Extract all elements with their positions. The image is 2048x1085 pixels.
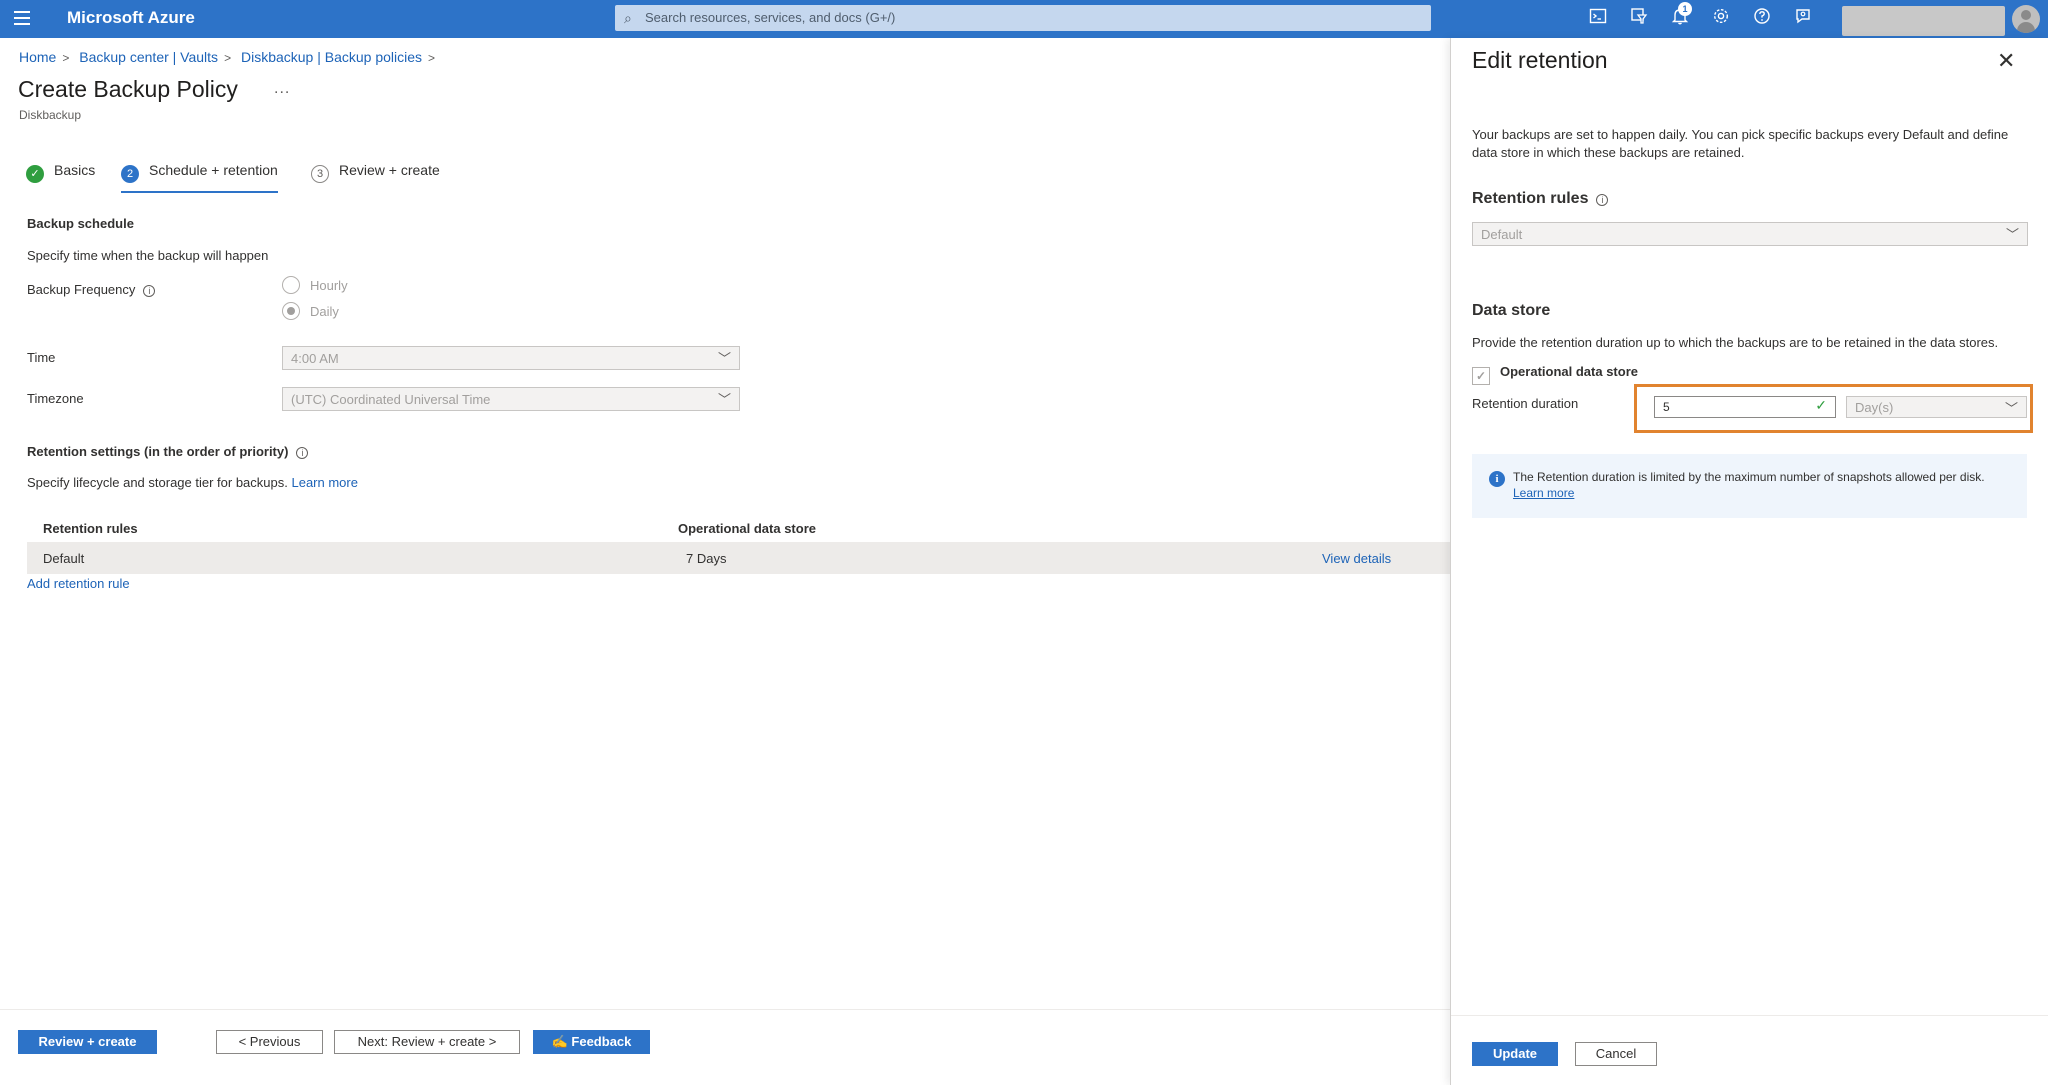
feedback-icon: ✍ [551, 1034, 572, 1049]
gear-icon[interactable] [1709, 7, 1733, 31]
view-details-link[interactable]: View details [1322, 551, 1391, 566]
cancel-button[interactable]: Cancel [1575, 1042, 1657, 1066]
rule-cell: Default [43, 551, 85, 566]
footer-bar: Review + create < Previous Next: Review … [0, 1009, 1450, 1085]
tab-review-create[interactable]: 3 Review + create [311, 162, 440, 183]
retention-heading: Retention settings (in the order of prio… [27, 444, 309, 459]
learn-more-link[interactable]: Learn more [291, 475, 357, 490]
check-circle-icon: ✓ [26, 165, 44, 183]
account-name[interactable] [1842, 6, 2005, 36]
operational-data-store-checkbox[interactable]: ✓ Operational data store [1472, 364, 1638, 385]
data-store-heading: Data store [1472, 302, 1551, 319]
review-create-button[interactable]: Review + create [18, 1030, 157, 1054]
chevron-down-icon: ﹀ [2005, 227, 2019, 242]
radio-daily[interactable]: Daily [282, 302, 339, 320]
breadcrumb-home[interactable]: Home [19, 49, 56, 65]
step-number: 3 [311, 165, 329, 183]
page-subtitle: Diskbackup [19, 108, 82, 122]
frequency-label: Backup Frequency i [27, 282, 156, 297]
radio-circle-selected [282, 302, 300, 320]
menu-icon[interactable] [14, 11, 30, 25]
time-dropdown[interactable]: 4:00 AM ﹀ [282, 346, 740, 370]
retention-table-header: Retention rules Operational data store [27, 514, 1450, 544]
learn-more-link[interactable]: Learn more [1513, 486, 1574, 500]
table-row[interactable]: Default 7 Days View details [27, 542, 1450, 574]
feedback-button[interactable]: ✍ Feedback [533, 1030, 650, 1054]
tab-label: Basics [54, 162, 96, 178]
chevron-down-icon: ﹀ [717, 351, 731, 366]
retention-desc: Specify lifecycle and storage tier for b… [27, 475, 358, 490]
chevron-right-icon: > [428, 51, 436, 65]
retention-rules-label: Retention rules i [1472, 190, 1609, 208]
column-header: Operational data store [678, 521, 816, 536]
info-icon[interactable]: i [296, 447, 309, 459]
column-header: Retention rules [43, 521, 138, 536]
timezone-label: Timezone [27, 391, 84, 406]
time-label: Time [27, 350, 56, 365]
backup-schedule-heading: Backup schedule [27, 216, 134, 231]
retention-duration-label: Retention duration [1472, 396, 1579, 411]
bell-icon[interactable]: 1 [1668, 2, 1692, 31]
search-icon: ⌕ [624, 10, 632, 26]
search-placeholder: Search resources, services, and docs (G+… [645, 10, 896, 25]
info-icon: i [1489, 471, 1505, 487]
radio-circle [282, 276, 300, 294]
top-bar: Microsoft Azure ⌕ Search resources, serv… [0, 0, 2048, 38]
help-icon[interactable] [1750, 7, 1774, 31]
step-number: 2 [121, 165, 139, 183]
info-text: The Retention duration is limited by the… [1513, 470, 1985, 500]
breadcrumb-policies[interactable]: Diskbackup | Backup policies [241, 49, 422, 65]
previous-button[interactable]: < Previous [216, 1030, 323, 1054]
panel-title: Edit retention [1472, 47, 1608, 73]
checkmark-icon: ✓ [1815, 397, 1827, 413]
panel-description: Your backups are set to happen daily. Yo… [1472, 127, 2009, 160]
chevron-right-icon: > [62, 51, 70, 65]
main-content: Home > Backup center | Vaults > Diskbackup… [0, 38, 1450, 1085]
search-input[interactable]: ⌕ Search resources, services, and docs (… [615, 5, 1431, 31]
next-button[interactable]: Next: Review + create > [334, 1030, 520, 1054]
data-store-desc: Provide the retention duration up to whi… [1472, 335, 1999, 350]
more-options-button[interactable]: ... [274, 80, 290, 98]
edit-retention-panel: Edit retention ✕ Your backups are set to… [1450, 38, 2048, 1085]
retention-duration-input[interactable]: 5 ✓ [1654, 396, 1836, 418]
backup-schedule-desc: Specify time when the backup will happen [27, 248, 269, 263]
notification-badge: 1 [1678, 2, 1692, 16]
info-banner: i The Retention duration is limited by t… [1472, 454, 2027, 518]
avatar[interactable] [2012, 5, 2040, 33]
panel-footer: Update Cancel [1451, 1015, 2048, 1085]
tab-label: Schedule + retention [149, 162, 278, 178]
timezone-dropdown[interactable]: (UTC) Coordinated Universal Time ﹀ [282, 387, 740, 411]
chevron-down-icon: ﹀ [717, 392, 731, 407]
directory-filter-icon[interactable] [1627, 7, 1651, 31]
breadcrumb-vaults[interactable]: Backup center | Vaults [79, 49, 218, 65]
breadcrumb: Home > Backup center | Vaults > Diskbackup… [19, 49, 441, 65]
duration-unit-dropdown[interactable]: Day(s) ﹀ [1846, 396, 2027, 418]
chevron-right-icon: > [224, 51, 232, 65]
close-icon[interactable]: ✕ [1997, 48, 2015, 74]
info-icon[interactable]: i [143, 285, 156, 297]
radio-hourly[interactable]: Hourly [282, 276, 348, 294]
page-title: Create Backup Policy [18, 76, 238, 102]
tab-schedule-retention[interactable]: 2 Schedule + retention [121, 162, 278, 193]
tab-basics[interactable]: ✓ Basics [26, 162, 95, 183]
check-icon: ✓ [1472, 367, 1490, 385]
update-button[interactable]: Update [1472, 1042, 1558, 1066]
feedback-icon[interactable] [1791, 7, 1815, 31]
retention-rules-dropdown[interactable]: Default ﹀ [1472, 222, 2028, 246]
info-icon[interactable]: i [1596, 194, 1609, 206]
cloud-shell-icon[interactable] [1586, 7, 1610, 31]
tab-label: Review + create [339, 162, 440, 178]
add-retention-rule-link[interactable]: Add retention rule [27, 576, 130, 591]
store-cell: 7 Days [686, 551, 727, 566]
brand-title[interactable]: Microsoft Azure [67, 8, 195, 28]
chevron-down-icon: ﹀ [2004, 401, 2018, 416]
